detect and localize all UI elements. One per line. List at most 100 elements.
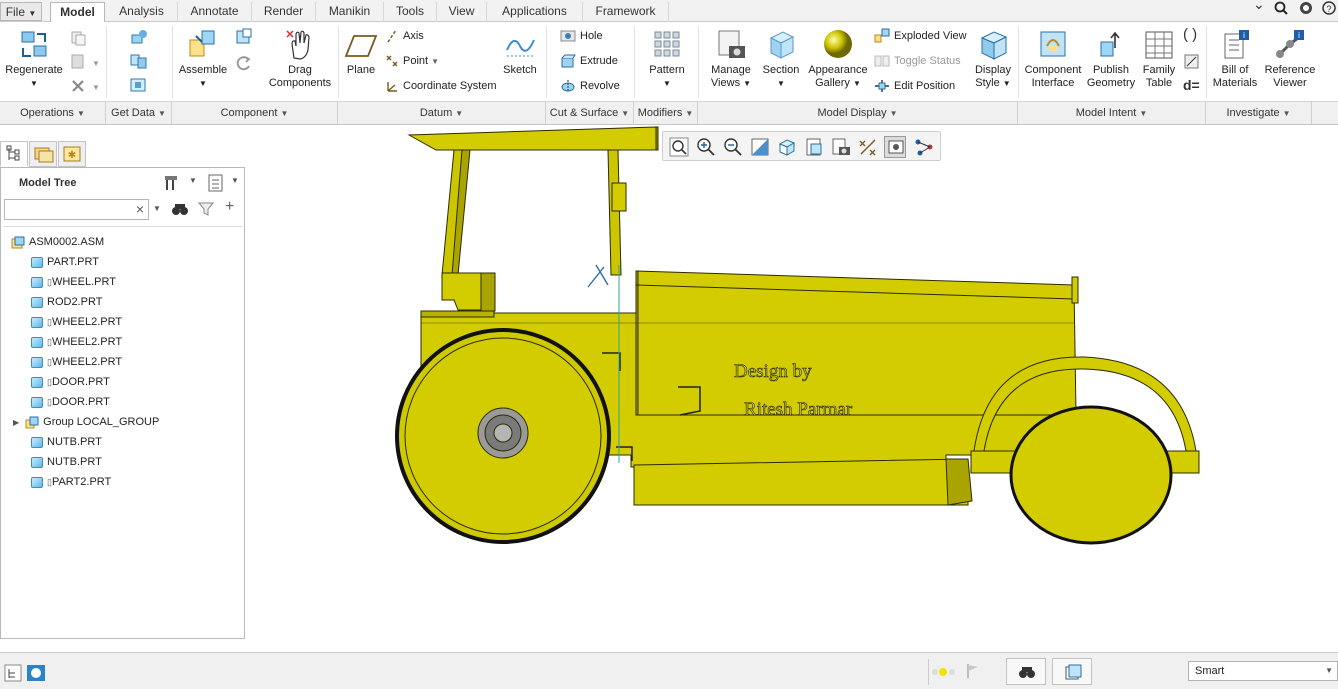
tab-analysis[interactable]: Analysis	[106, 2, 178, 22]
search-icon[interactable]	[1274, 1, 1288, 15]
selection-filter-dropdown[interactable]: Smart ▼	[1188, 661, 1338, 681]
refit-icon[interactable]	[668, 136, 690, 158]
paste-icon[interactable]: ▼	[70, 54, 100, 70]
tree-part-item[interactable]: ▯DOOR.PRT	[31, 392, 110, 412]
edit-position-button[interactable]: Edit Position	[874, 77, 955, 95]
tab-tools[interactable]: Tools	[384, 2, 437, 22]
expand-arrow-icon[interactable]: ▶	[13, 418, 19, 427]
copy-geometry-icon[interactable]	[128, 52, 150, 70]
tree-settings-dropdown[interactable]: ▼	[189, 176, 197, 185]
axis-button[interactable]: Axis	[385, 27, 424, 45]
group-model-intent[interactable]: Model Intent ▼	[1018, 102, 1206, 124]
browser-toggle-icon[interactable]	[26, 664, 46, 682]
model-tree-tab[interactable]	[0, 141, 28, 167]
sketch-button[interactable]: Sketch	[500, 30, 540, 77]
view-manager-icon[interactable]	[830, 136, 852, 158]
bill-of-materials-button[interactable]: i Bill of Materials	[1210, 28, 1260, 90]
search-dropdown[interactable]: ▼	[153, 204, 161, 213]
clear-search-icon[interactable]: ×	[136, 201, 144, 217]
publish-geometry-button[interactable]: Publish Geometry	[1084, 28, 1138, 90]
reference-viewer-button[interactable]: i Reference Viewer	[1262, 28, 1318, 90]
find-binoculars-icon[interactable]	[171, 201, 189, 217]
saved-orientations-icon[interactable]	[803, 136, 825, 158]
filter-icon[interactable]	[198, 201, 214, 217]
graphics-window[interactable]: Design by Ritesh Parmar	[246, 125, 1338, 652]
user-defined-feature-icon[interactable]	[128, 28, 150, 46]
tree-settings-icon[interactable]	[163, 173, 183, 193]
group-get-data[interactable]: Get Data ▼	[106, 102, 172, 124]
show-icon[interactable]	[206, 173, 226, 193]
navigator-toggle-icon[interactable]	[4, 664, 22, 682]
tree-part-item[interactable]: PART.PRT	[31, 252, 99, 272]
add-column-icon[interactable]: +	[225, 198, 234, 216]
relations-icon[interactable]: ( )	[1183, 26, 1197, 43]
assemble-button[interactable]: Assemble ▼	[175, 28, 231, 90]
tab-render[interactable]: Render	[252, 2, 316, 22]
favorites-tab[interactable]: ✱	[58, 141, 86, 167]
toggle-status-button[interactable]: Toggle Status	[874, 52, 961, 70]
flag-icon[interactable]	[966, 663, 980, 679]
tab-annotate[interactable]: Annotate	[178, 2, 252, 22]
tree-root-assembly[interactable]: ASM0002.ASM	[11, 232, 104, 252]
display-style-button[interactable]: Display Style ▼	[970, 28, 1016, 90]
tree-part-item[interactable]: NUTB.PRT	[31, 432, 102, 452]
coordinate-system-button[interactable]: Coordinate System	[385, 77, 497, 95]
component-interface-button[interactable]: Component Interface	[1022, 28, 1084, 90]
revolve-button[interactable]: Revolve	[560, 77, 620, 95]
tree-part-item[interactable]: ▯WHEEL2.PRT	[31, 352, 122, 372]
tab-view[interactable]: View	[437, 2, 487, 22]
drag-components-button[interactable]: Drag Components	[264, 28, 336, 90]
pattern-button[interactable]: Pattern ▼	[642, 28, 692, 90]
tree-group-item[interactable]: ▶ Group LOCAL_GROUP	[13, 412, 159, 432]
tree-part-item[interactable]: ROD2.PRT	[31, 292, 102, 312]
minimize-icon[interactable]: ⌄	[1253, 0, 1265, 13]
group-cut-surface[interactable]: Cut & Surface ▼	[546, 102, 634, 124]
tree-part-item[interactable]: ▯DOOR.PRT	[31, 372, 110, 392]
tree-part-item[interactable]: NUTB.PRT	[31, 452, 102, 472]
group-modifiers[interactable]: Modifiers ▼	[634, 102, 698, 124]
file-menu[interactable]: File ▼	[0, 2, 42, 21]
delete-icon[interactable]: ▼	[70, 78, 100, 94]
group-component[interactable]: Component ▼	[172, 102, 338, 124]
group-operations[interactable]: Operations ▼	[0, 102, 106, 124]
help-icon[interactable]: ?	[1322, 1, 1336, 15]
tree-part-item[interactable]: ▯PART2.PRT	[31, 472, 111, 492]
switch-dimensions-icon[interactable]: d=	[1183, 77, 1200, 93]
family-table-button[interactable]: Family Table	[1138, 28, 1180, 90]
folder-browser-tab[interactable]	[29, 141, 57, 167]
zoom-in-icon[interactable]	[695, 136, 717, 158]
select-box-button[interactable]	[1052, 658, 1092, 685]
display-style-view-icon[interactable]	[776, 136, 798, 158]
manage-views-button[interactable]: Manage Views ▼	[704, 28, 758, 90]
tab-manikin[interactable]: Manikin	[316, 2, 384, 22]
point-button[interactable]: Point ▼	[385, 52, 439, 70]
tab-applications[interactable]: Applications	[487, 2, 583, 22]
extrude-button[interactable]: Extrude	[560, 52, 618, 70]
create-component-icon[interactable]	[234, 28, 254, 46]
datum-display-filters-icon[interactable]	[857, 136, 879, 158]
tree-search-input[interactable]: ×	[4, 199, 149, 220]
group-model-display[interactable]: Model Display ▼	[698, 102, 1018, 124]
annotation-display-icon[interactable]	[884, 136, 906, 158]
hole-button[interactable]: Hole	[560, 27, 603, 45]
show-dropdown[interactable]: ▼	[231, 176, 239, 185]
layers-icon[interactable]	[1298, 1, 1314, 15]
group-datum[interactable]: Datum ▼	[338, 102, 546, 124]
find-button[interactable]	[1006, 658, 1046, 685]
spin-center-icon[interactable]	[913, 136, 935, 158]
copy-icon[interactable]	[70, 30, 88, 46]
tab-model[interactable]: Model	[50, 2, 105, 23]
shrinkwrap-icon[interactable]	[128, 76, 150, 94]
repaint-icon[interactable]	[749, 136, 771, 158]
tree-part-item[interactable]: ▯WHEEL2.PRT	[31, 312, 122, 332]
tab-framework[interactable]: Framework	[583, 2, 669, 22]
plane-button[interactable]: Plane	[341, 30, 381, 77]
tree-part-item[interactable]: ▯WHEEL.PRT	[31, 272, 116, 292]
repeat-icon[interactable]	[234, 54, 254, 72]
tree-part-item[interactable]: ▯WHEEL2.PRT	[31, 332, 122, 352]
exploded-view-button[interactable]: Exploded View	[874, 27, 967, 45]
group-investigate[interactable]: Investigate ▼	[1206, 102, 1312, 124]
appearance-gallery-button[interactable]: Appearance Gallery ▼	[806, 28, 870, 90]
parameters-icon[interactable]	[1184, 54, 1200, 70]
section-button[interactable]: Section ▼	[758, 28, 804, 90]
